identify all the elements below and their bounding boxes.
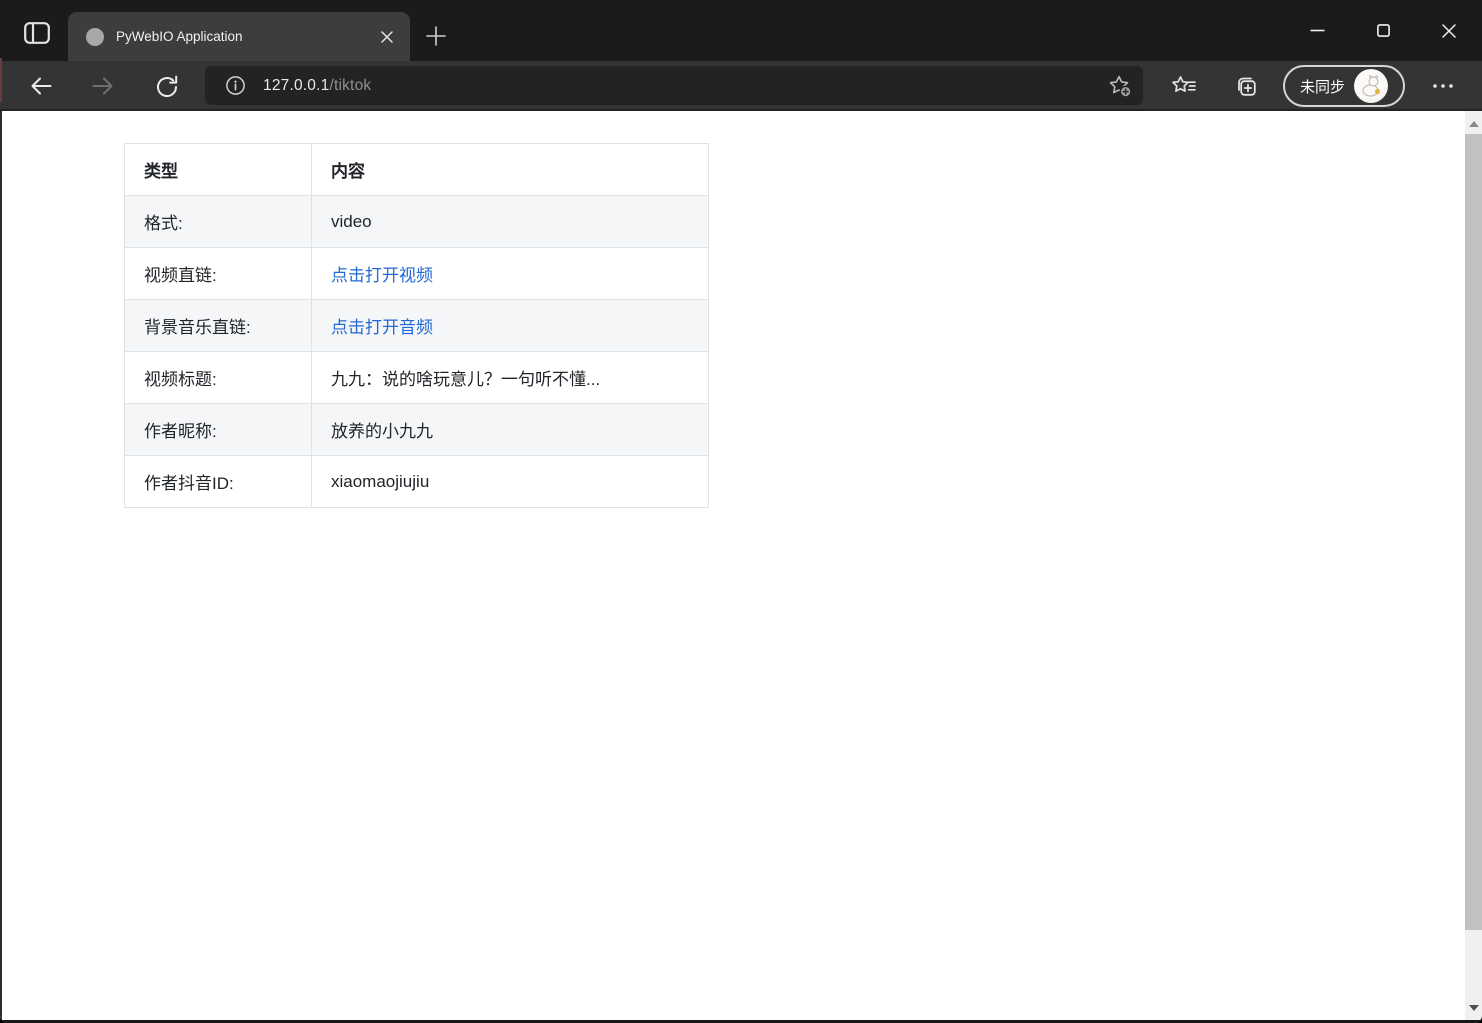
row-value: xiaomaojiujiu bbox=[312, 456, 709, 508]
table-row: 视频标题: 九九：说的啥玩意儿？一句听不懂... bbox=[125, 352, 709, 404]
tab-favicon-icon bbox=[86, 28, 104, 46]
window-controls bbox=[1284, 0, 1482, 61]
result-table: 类型 内容 格式: video 视频直链: 点击打开视频 背景音乐直链: 点击打… bbox=[124, 143, 709, 508]
reload-button[interactable] bbox=[149, 68, 185, 104]
back-button[interactable] bbox=[23, 68, 59, 104]
collections-button[interactable] bbox=[1228, 68, 1264, 104]
url-path: /tiktok bbox=[329, 77, 371, 94]
open-audio-link[interactable]: 点击打开音频 bbox=[331, 318, 433, 337]
vertical-scrollbar[interactable] bbox=[1465, 111, 1482, 1020]
info-icon bbox=[225, 75, 246, 96]
reload-icon bbox=[153, 72, 181, 100]
site-info-button[interactable] bbox=[221, 72, 249, 100]
table-header-row: 类型 内容 bbox=[125, 144, 709, 196]
add-favorite-button[interactable] bbox=[1103, 69, 1137, 103]
column-header-content: 内容 bbox=[312, 144, 709, 196]
scroll-down-button[interactable] bbox=[1465, 999, 1482, 1016]
url-text: 127.0.0.1/tiktok bbox=[263, 77, 371, 95]
table-row: 格式: video bbox=[125, 196, 709, 248]
back-arrow-icon bbox=[27, 72, 55, 100]
address-bar[interactable]: 127.0.0.1/tiktok bbox=[205, 66, 1143, 105]
table-row: 视频直链: 点击打开视频 bbox=[125, 248, 709, 300]
browser-toolbar: 127.0.0.1/tiktok bbox=[0, 61, 1482, 111]
url-host: 127.0.0.1 bbox=[263, 77, 329, 94]
row-label: 背景音乐直链: bbox=[125, 300, 312, 352]
tab-close-button[interactable] bbox=[374, 24, 400, 50]
scrollbar-thumb[interactable] bbox=[1465, 134, 1482, 930]
browser-tab[interactable]: PyWebIO Application bbox=[68, 12, 410, 61]
row-label: 视频直链: bbox=[125, 248, 312, 300]
row-label: 格式: bbox=[125, 196, 312, 248]
star-plus-icon bbox=[1108, 74, 1132, 98]
settings-more-button[interactable] bbox=[1425, 68, 1461, 104]
row-value: video bbox=[312, 196, 709, 248]
favorites-star-list-icon bbox=[1171, 74, 1197, 98]
maximize-button[interactable] bbox=[1350, 0, 1416, 61]
maximize-icon bbox=[1377, 24, 1390, 37]
row-label: 视频标题: bbox=[125, 352, 312, 404]
triangle-up-icon bbox=[1469, 121, 1479, 127]
row-label: 作者抖音ID: bbox=[125, 456, 312, 508]
row-value: 点击打开视频 bbox=[312, 248, 709, 300]
ellipsis-icon bbox=[1432, 83, 1454, 89]
open-video-link[interactable]: 点击打开视频 bbox=[331, 266, 433, 285]
table-row: 作者抖音ID: xiaomaojiujiu bbox=[125, 456, 709, 508]
plus-icon bbox=[426, 26, 446, 46]
background-window-sliver bbox=[0, 58, 2, 102]
close-icon bbox=[1442, 24, 1456, 38]
row-value: 点击打开音频 bbox=[312, 300, 709, 352]
column-header-type: 类型 bbox=[125, 144, 312, 196]
table-row: 作者昵称: 放养的小九九 bbox=[125, 404, 709, 456]
minimize-icon bbox=[1310, 29, 1325, 32]
row-label: 作者昵称: bbox=[125, 404, 312, 456]
row-value: 九九：说的啥玩意儿？一句听不懂... bbox=[312, 352, 709, 404]
collections-icon bbox=[1233, 73, 1259, 99]
scroll-up-button[interactable] bbox=[1465, 115, 1482, 132]
tab-actions-menu-button[interactable] bbox=[18, 19, 56, 47]
table-row: 背景音乐直链: 点击打开音频 bbox=[125, 300, 709, 352]
triangle-down-icon bbox=[1469, 1005, 1479, 1011]
window-left-edge bbox=[0, 111, 2, 1023]
close-icon bbox=[381, 31, 393, 43]
browser-window: PyWebIO Application bbox=[0, 0, 1482, 1023]
forward-arrow-icon bbox=[89, 72, 117, 100]
forward-button[interactable] bbox=[85, 68, 121, 104]
page-content: 类型 内容 格式: video 视频直链: 点击打开视频 背景音乐直链: 点击打… bbox=[0, 111, 1465, 1020]
profile-sync-button[interactable]: 未同步 bbox=[1283, 65, 1405, 107]
new-tab-button[interactable] bbox=[421, 21, 451, 51]
minimize-button[interactable] bbox=[1284, 0, 1350, 61]
tab-actions-icon bbox=[24, 22, 50, 44]
profile-avatar bbox=[1354, 69, 1388, 103]
close-window-button[interactable] bbox=[1416, 0, 1482, 61]
tab-title: PyWebIO Application bbox=[116, 29, 374, 44]
browser-titlebar: PyWebIO Application bbox=[0, 0, 1482, 61]
row-value: 放养的小九九 bbox=[312, 404, 709, 456]
sync-status-label: 未同步 bbox=[1300, 76, 1345, 97]
favorites-button[interactable] bbox=[1166, 68, 1202, 104]
